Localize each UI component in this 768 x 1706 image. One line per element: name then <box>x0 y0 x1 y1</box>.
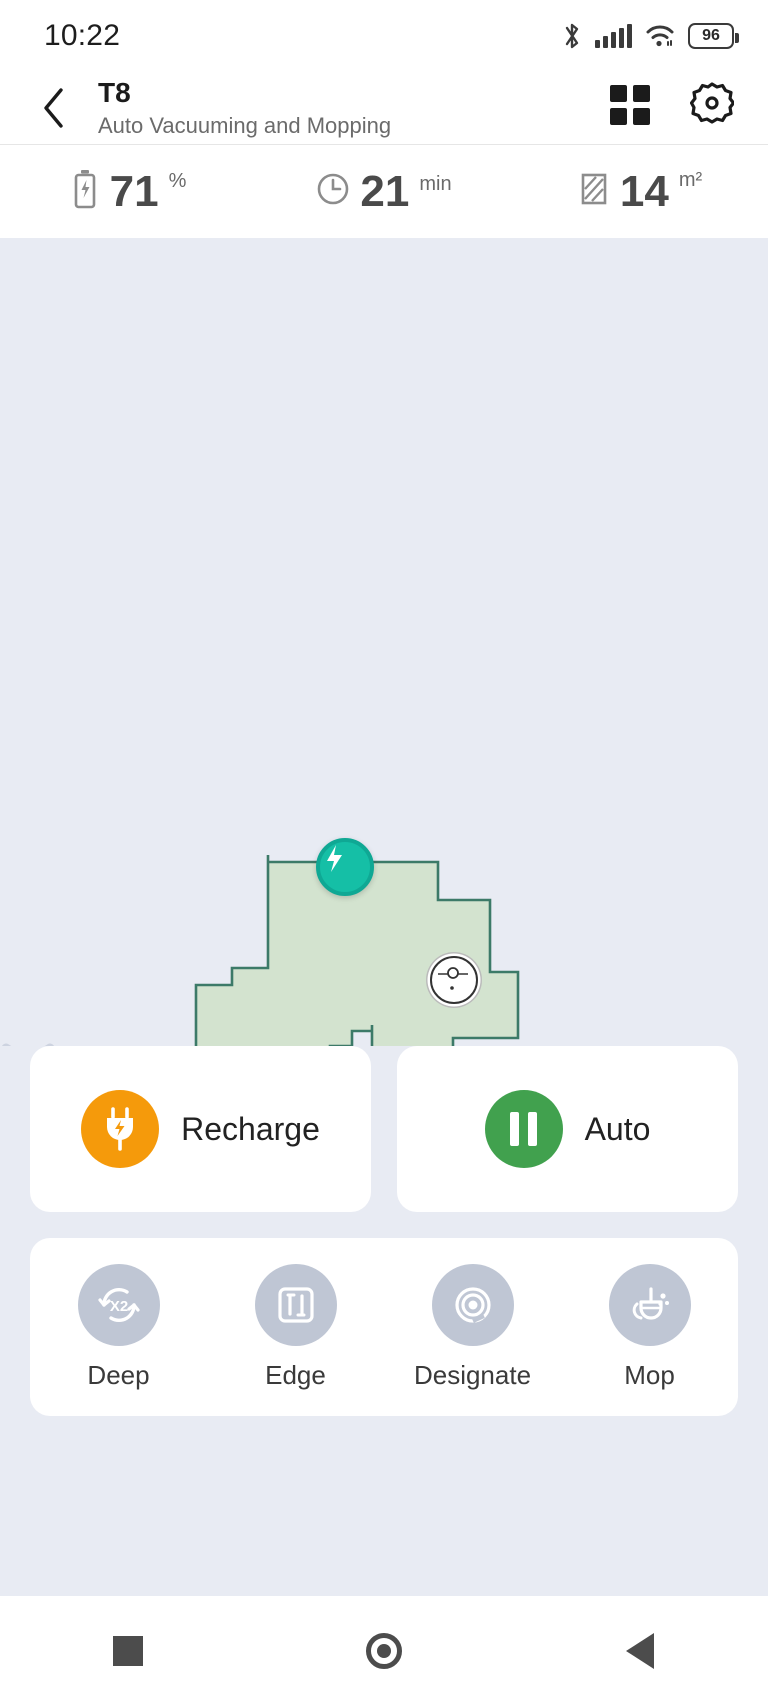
edge-square-icon <box>254 1263 337 1346</box>
mode-edge-label: Edge <box>265 1359 326 1390</box>
clock-icon <box>316 172 350 211</box>
battery-stat-unit: % <box>168 170 187 192</box>
area-stat-value: 14 <box>619 166 669 216</box>
spiral-target-icon <box>431 1263 514 1346</box>
mode-mop[interactable]: Mop <box>561 1263 738 1391</box>
nav-recents[interactable] <box>78 1616 178 1686</box>
cellular-signal-icon <box>595 24 632 48</box>
mode-designate-label: Designate <box>413 1359 532 1390</box>
app-header: T8 Auto Vacuuming and Mopping <box>0 72 768 144</box>
recharge-button[interactable]: Recharge <box>30 1046 371 1212</box>
nav-back[interactable] <box>590 1616 690 1686</box>
page-title: T8 <box>98 76 131 108</box>
svg-text:X2: X2 <box>109 1298 127 1315</box>
battery-charging-icon <box>70 167 100 216</box>
x2-repeat-icon: X2 <box>77 1263 160 1346</box>
area-stat: 14 m² <box>512 169 768 214</box>
stats-row: 71 % 21 min 14 m² <box>0 145 768 238</box>
primary-actions: Recharge Auto <box>30 1046 738 1212</box>
gear-icon[interactable] <box>689 81 736 130</box>
mode-deep-label: Deep <box>87 1359 150 1390</box>
page-subtitle: Auto Vacuuming and Mopping <box>98 113 392 139</box>
status-bar: 10:22 96 <box>0 0 768 72</box>
area-stat-unit: m² <box>678 169 703 191</box>
floorplan-svg <box>194 855 520 1046</box>
time-stat: 21 min <box>256 166 512 216</box>
android-navigation-bar <box>0 1596 768 1706</box>
pause-icon <box>484 1090 563 1168</box>
mode-deep[interactable]: X2 Deep <box>30 1263 207 1391</box>
map-view[interactable] <box>0 238 768 1046</box>
back-button[interactable] <box>28 82 80 134</box>
time-stat-unit: min <box>419 172 452 195</box>
bluetooth-icon <box>562 22 582 50</box>
wifi-icon <box>645 24 675 48</box>
plug-charge-icon <box>81 1090 160 1168</box>
header-actions <box>610 81 736 130</box>
control-panel: Recharge Auto X2 Deep Edge Designate Mop <box>0 1046 768 1416</box>
status-clock: 10:22 <box>44 19 121 52</box>
battery-icon: 96 <box>688 23 739 49</box>
status-icon-tray: 96 <box>562 22 739 50</box>
mode-mop-label: Mop <box>624 1359 675 1390</box>
home-circle-icon <box>366 1633 402 1669</box>
mode-row: X2 Deep Edge Designate Mop <box>30 1238 738 1416</box>
robot-vacuum-icon[interactable] <box>430 956 478 1004</box>
grid-view-icon[interactable] <box>610 85 650 125</box>
recharge-label: Recharge <box>181 1110 320 1147</box>
mop-broom-icon <box>608 1263 691 1346</box>
back-triangle-icon <box>626 1633 654 1669</box>
nav-home[interactable] <box>334 1616 434 1686</box>
recents-square-icon <box>113 1636 143 1666</box>
auto-button[interactable]: Auto <box>397 1046 738 1212</box>
area-icon <box>578 169 610 214</box>
mode-edge[interactable]: Edge <box>207 1263 384 1391</box>
battery-stat-value: 71 <box>109 166 159 216</box>
battery-level-text: 96 <box>702 27 720 44</box>
time-stat-value: 21 <box>360 166 410 216</box>
auto-label: Auto <box>584 1110 651 1147</box>
mode-designate[interactable]: Designate <box>384 1263 561 1391</box>
battery-stat: 71 % <box>0 167 256 216</box>
charging-dock-icon[interactable] <box>316 838 374 896</box>
header-text-block: T8 Auto Vacuuming and Mopping <box>98 77 610 139</box>
